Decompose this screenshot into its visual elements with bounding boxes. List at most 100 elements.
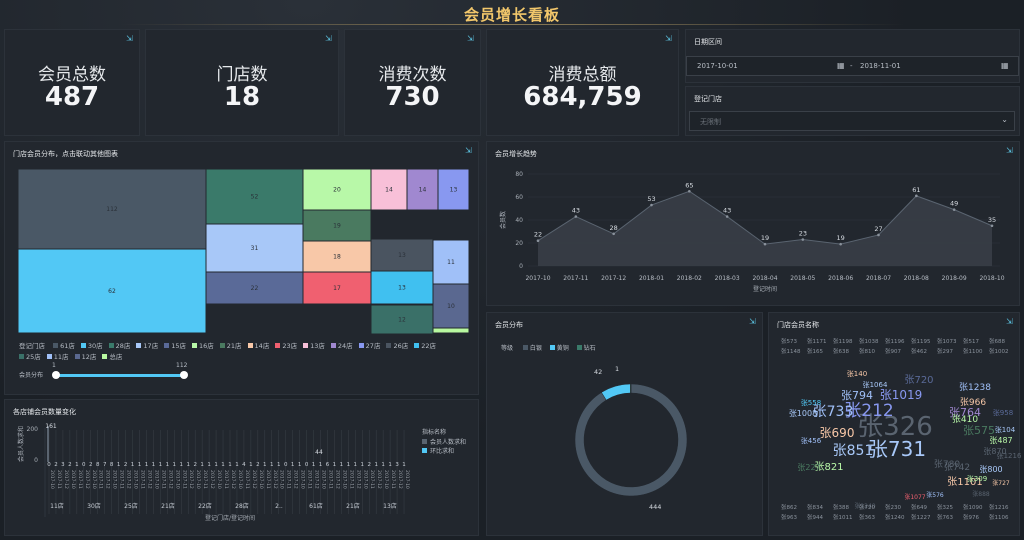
bar-value-label: 2 [193, 462, 197, 468]
word-item: 张834 [807, 503, 823, 511]
donut-label: 42 [594, 368, 602, 376]
x-tick-label: 2017-10 [341, 470, 347, 489]
bar-value-label: 1 [138, 462, 142, 468]
word-item: 张851 [833, 443, 874, 459]
chevron-down-icon[interactable]: ⌄ [1001, 115, 1008, 124]
trend-point [801, 238, 805, 241]
x-tick-label: 2018-10 [979, 275, 1004, 282]
bar-legend-item: 环比求和 [422, 446, 454, 455]
store-select[interactable]: 无限制 ⌄ [689, 111, 1015, 131]
bar-value-label: 2 [54, 462, 58, 468]
word-item: 张388 [833, 503, 849, 511]
kpi-value: 730 [385, 82, 440, 112]
word-item: 张1196 [885, 337, 905, 345]
date-end[interactable]: 2018-11-01 [860, 62, 901, 70]
bar-value-label: 1 [374, 462, 378, 468]
x-tick-label: 2017-11 [223, 470, 229, 489]
pin-icon[interactable]: ⇲ [325, 35, 332, 43]
legend-item[interactable]: 25店 [19, 353, 41, 361]
word-item: 张720 [859, 503, 875, 511]
slider-handle-min[interactable] [52, 371, 60, 379]
legend-item[interactable]: 总店 [102, 353, 122, 361]
calendar-icon[interactable]: ▦ [837, 61, 845, 70]
kpi-card-revenue: ⇲ 消费总额 684,759 [486, 29, 679, 136]
bar-value-label: 0 [284, 462, 288, 468]
bar-value-label: 1 [200, 462, 204, 468]
trend-data-label: 22 [534, 231, 542, 239]
legend-item[interactable]: 16店 [191, 342, 214, 350]
y-tick-label: 40 [515, 217, 523, 224]
bar-panel: 各店铺会员数量变化 200 0 161 44 0 2017-10 2 2017-11 3 2017… [4, 399, 479, 536]
x-tick-label: 2017-10 [216, 470, 222, 489]
word-item: 张1011 [833, 513, 853, 521]
word-item: 张165 [807, 347, 823, 355]
word-item: 张763 [937, 513, 953, 521]
x-tick-label: 2017-12 [272, 470, 278, 489]
kpi-card-members: ⇲ 会员总数 487 [4, 29, 140, 136]
legend-item[interactable]: 61店 [53, 342, 75, 350]
legend-item[interactable]: 24店 [330, 342, 353, 350]
bar-value-label: 1 [347, 462, 351, 468]
x-tick-label: 2017-12 [126, 470, 132, 489]
legend-item[interactable]: 11店 [46, 353, 69, 361]
word-item: 张742 [944, 462, 970, 473]
date-range-input[interactable]: 2017-10-01 ▦ - 2018-11-01 ▦ [686, 56, 1019, 76]
group-label: 22店 [198, 502, 212, 510]
slider-handle-max[interactable] [180, 371, 188, 379]
pin-icon[interactable]: ⇲ [467, 35, 474, 43]
bar-value-label: 1 [235, 462, 239, 468]
word-item: 张1216 [989, 503, 1009, 511]
word-item: 张140 [847, 369, 867, 378]
x-tick-label: 2017-10 [300, 470, 306, 489]
bar-value-label: 0 [82, 462, 86, 468]
pin-icon[interactable]: ⇲ [126, 35, 133, 43]
range-slider-track[interactable] [55, 374, 184, 377]
legend-item[interactable]: 15店 [164, 342, 186, 350]
page-title: 会员增长看板 [463, 6, 560, 24]
legend-item[interactable]: 17店 [136, 342, 158, 350]
word-item: 张976 [963, 513, 979, 521]
trend-panel: ⇲ 会员增长趋势 0 20 40 60 80 22 43 28 53 65 43 19 23 19 27 61… [486, 141, 1020, 306]
trend-point [688, 189, 691, 193]
treemap-cell-label: 52 [251, 194, 259, 201]
donut-chart: 42 1 444 [574, 365, 688, 511]
x-tick-label: 2017-10 [195, 470, 201, 489]
treemap-cell-label: 18 [333, 254, 341, 261]
trend-point [839, 242, 842, 246]
trend-data-label: 61 [912, 186, 920, 194]
x-tick-label: 2017-12 [63, 470, 69, 489]
legend-item[interactable]: 30店 [80, 342, 103, 350]
legend-item[interactable]: 14店 [247, 342, 269, 350]
x-tick-label: 2018-02 [677, 275, 702, 282]
calendar-icon[interactable]: ▦ [1001, 61, 1009, 70]
legend-item[interactable]: 13店 [303, 342, 325, 350]
word-item: 张690 [820, 426, 855, 440]
legend-item[interactable]: 27店 [358, 342, 380, 350]
word-item: 张1171 [807, 337, 827, 345]
word-item: 张720 [904, 374, 933, 386]
date-start[interactable]: 2017-10-01 [697, 62, 738, 70]
legend-item[interactable]: 21店 [219, 342, 242, 350]
y-tick-label: 20 [515, 240, 523, 247]
treemap-cell-label: 12 [398, 317, 406, 324]
trend-data-label: 23 [799, 230, 807, 238]
trend-data-label: 49 [950, 200, 958, 208]
bar-value-label: 1 [249, 462, 253, 468]
bar-value-label: 1 [145, 462, 149, 468]
legend-item[interactable]: 22店 [414, 342, 436, 350]
legend-item[interactable]: 23店 [275, 342, 297, 350]
bar-value-label: 1 [166, 462, 170, 468]
bar-value-label: 1 [152, 462, 156, 468]
y-tick-label: 0 [34, 457, 38, 464]
bar-value-label: 1 [340, 462, 344, 468]
word-item: 张309 [967, 474, 987, 483]
x-tick-label: 2017-12 [334, 470, 340, 489]
word-item: 张1064 [863, 380, 888, 389]
x-tick-label: 2017-12 [601, 275, 626, 282]
pin-icon[interactable]: ⇲ [665, 35, 672, 43]
legend-item[interactable]: 28店 [108, 342, 130, 350]
x-tick-label: 2017-11 [98, 470, 104, 489]
legend-item[interactable]: 12店 [74, 353, 96, 361]
x-tick-label: 2017-10 [237, 470, 243, 489]
legend-item[interactable]: 26店 [386, 342, 408, 350]
